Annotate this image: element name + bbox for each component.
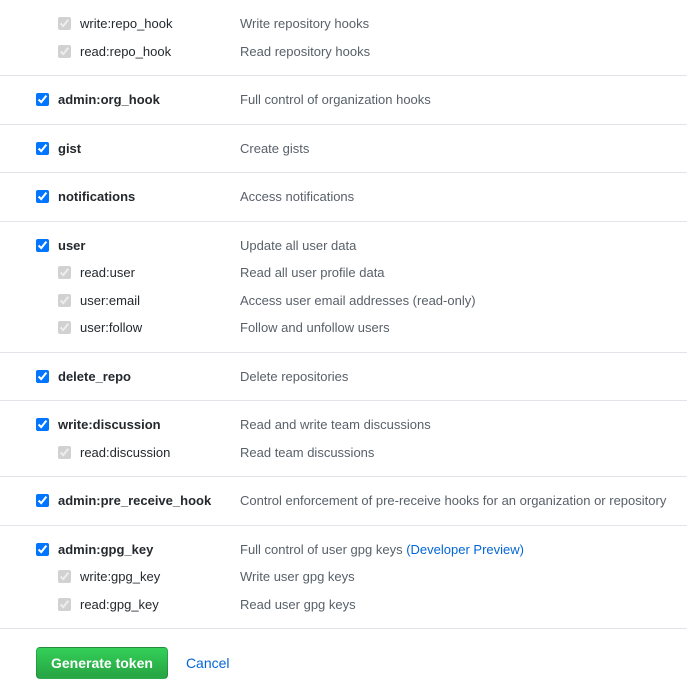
scope-notifications: notifications Access notifications xyxy=(0,183,687,211)
form-actions: Generate token Cancel xyxy=(0,629,687,697)
checkbox-notifications[interactable] xyxy=(36,190,49,203)
checkbox-admin-gpg-key[interactable] xyxy=(36,543,49,556)
scope-name[interactable]: admin:pre_receive_hook xyxy=(58,491,240,511)
scope-desc: Access user email addresses (read-only) xyxy=(240,291,687,311)
scope-user-email: user:email Access user email addresses (… xyxy=(0,287,687,315)
cancel-link[interactable]: Cancel xyxy=(186,655,230,671)
scope-user-follow: user:follow Follow and unfollow users xyxy=(0,314,687,342)
scope-name[interactable]: write:discussion xyxy=(58,415,240,435)
scope-desc: Update all user data xyxy=(240,236,687,256)
checkbox-read-gpg-key[interactable] xyxy=(58,598,71,611)
scope-group-user: user Update all user data read:user Read… xyxy=(0,222,687,353)
scope-desc: Delete repositories xyxy=(240,367,687,387)
checkbox-user-email[interactable] xyxy=(58,294,71,307)
scope-read-gpg-key: read:gpg_key Read user gpg keys xyxy=(0,591,687,619)
scope-desc: Read repository hooks xyxy=(240,42,687,62)
checkbox-read-discussion[interactable] xyxy=(58,446,71,459)
scope-gist: gist Create gists xyxy=(0,135,687,163)
scope-write-discussion: write:discussion Read and write team dis… xyxy=(0,411,687,439)
scope-name[interactable]: read:repo_hook xyxy=(80,42,240,62)
checkbox-write-discussion[interactable] xyxy=(36,418,49,431)
scope-read-user: read:user Read all user profile data xyxy=(0,259,687,287)
scope-write-gpg-key: write:gpg_key Write user gpg keys xyxy=(0,563,687,591)
generate-token-button[interactable]: Generate token xyxy=(36,647,168,679)
scope-name[interactable]: admin:org_hook xyxy=(58,90,240,110)
scope-name[interactable]: write:gpg_key xyxy=(80,567,240,587)
scope-name[interactable]: read:discussion xyxy=(80,443,240,463)
scope-group-notifications: notifications Access notifications xyxy=(0,173,687,222)
scope-name[interactable]: read:user xyxy=(80,263,240,283)
scope-desc: Full control of organization hooks xyxy=(240,90,687,110)
scope-user: user Update all user data xyxy=(0,232,687,260)
scope-name[interactable]: user:follow xyxy=(80,318,240,338)
checkbox-admin-org-hook[interactable] xyxy=(36,93,49,106)
scope-write-repo-hook: write:repo_hook Write repository hooks xyxy=(0,10,687,38)
checkbox-write-repo-hook[interactable] xyxy=(58,17,71,30)
checkbox-read-user[interactable] xyxy=(58,266,71,279)
scope-delete-repo: delete_repo Delete repositories xyxy=(0,363,687,391)
scope-desc: Full control of user gpg keys (Developer… xyxy=(240,540,687,560)
checkbox-gist[interactable] xyxy=(36,142,49,155)
scope-desc: Write user gpg keys xyxy=(240,567,687,587)
scope-read-discussion: read:discussion Read team discussions xyxy=(0,439,687,467)
scope-group-repo-hook: write:repo_hook Write repository hooks r… xyxy=(0,0,687,76)
scope-desc: Read all user profile data xyxy=(240,263,687,283)
checkbox-write-gpg-key[interactable] xyxy=(58,570,71,583)
checkbox-read-repo-hook[interactable] xyxy=(58,45,71,58)
scope-desc: Access notifications xyxy=(240,187,687,207)
scope-desc: Control enforcement of pre-receive hooks… xyxy=(240,491,687,511)
scope-desc: Read team discussions xyxy=(240,443,687,463)
scope-name[interactable]: read:gpg_key xyxy=(80,595,240,615)
scope-name[interactable]: write:repo_hook xyxy=(80,14,240,34)
scope-admin-pre-receive-hook: admin:pre_receive_hook Control enforceme… xyxy=(0,487,687,515)
scope-name[interactable]: admin:gpg_key xyxy=(58,540,240,560)
scope-name[interactable]: delete_repo xyxy=(58,367,240,387)
scope-group-gist: gist Create gists xyxy=(0,125,687,174)
scope-name[interactable]: user xyxy=(58,236,240,256)
scope-read-repo-hook: read:repo_hook Read repository hooks xyxy=(0,38,687,66)
scope-desc: Read user gpg keys xyxy=(240,595,687,615)
scope-group-pre-receive-hook: admin:pre_receive_hook Control enforceme… xyxy=(0,477,687,526)
scope-name[interactable]: gist xyxy=(58,139,240,159)
checkbox-admin-pre-receive-hook[interactable] xyxy=(36,494,49,507)
scope-name[interactable]: user:email xyxy=(80,291,240,311)
checkbox-delete-repo[interactable] xyxy=(36,370,49,383)
checkbox-user-follow[interactable] xyxy=(58,321,71,334)
scope-group-org-hook: admin:org_hook Full control of organizat… xyxy=(0,76,687,125)
scope-desc: Create gists xyxy=(240,139,687,159)
scope-desc: Follow and unfollow users xyxy=(240,318,687,338)
scope-desc: Write repository hooks xyxy=(240,14,687,34)
scope-group-gpg-key: admin:gpg_key Full control of user gpg k… xyxy=(0,526,687,630)
checkbox-user[interactable] xyxy=(36,239,49,252)
scope-group-delete-repo: delete_repo Delete repositories xyxy=(0,353,687,402)
scope-admin-gpg-key: admin:gpg_key Full control of user gpg k… xyxy=(0,536,687,564)
scope-group-discussion: write:discussion Read and write team dis… xyxy=(0,401,687,477)
scopes-list: write:repo_hook Write repository hooks r… xyxy=(0,0,687,629)
scope-admin-org-hook: admin:org_hook Full control of organizat… xyxy=(0,86,687,114)
scope-name[interactable]: notifications xyxy=(58,187,240,207)
scope-desc: Read and write team discussions xyxy=(240,415,687,435)
developer-preview-link[interactable]: (Developer Preview) xyxy=(406,542,524,557)
